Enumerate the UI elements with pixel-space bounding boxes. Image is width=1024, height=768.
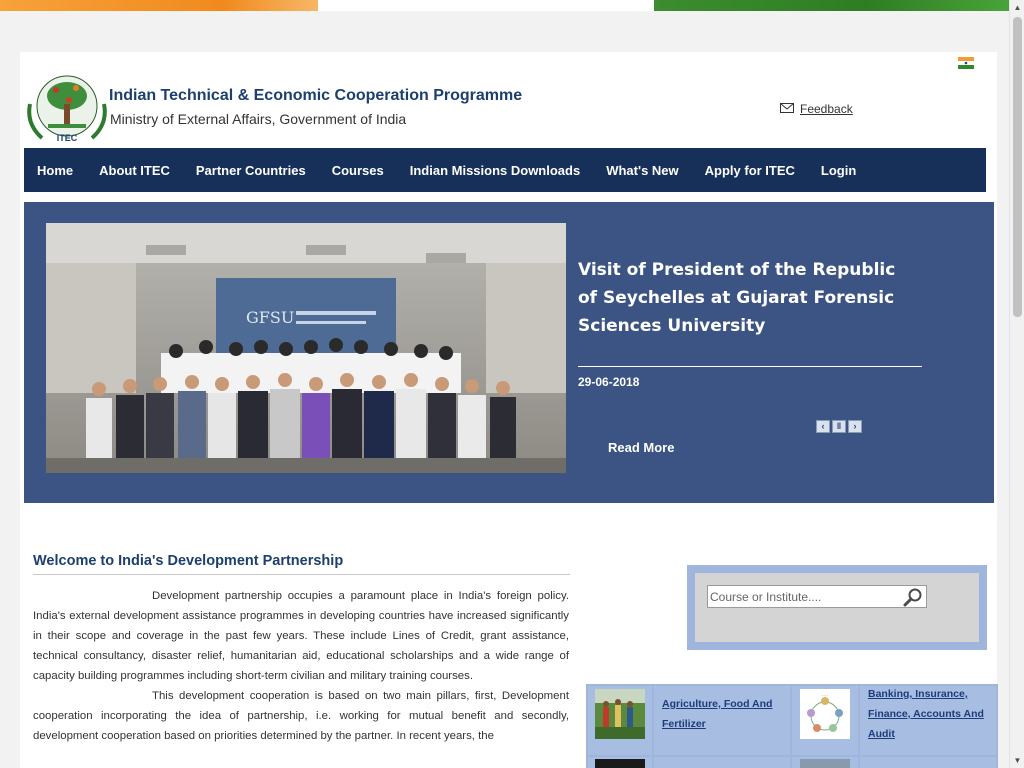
news-slider: GFSU Visit of President of the Republic … xyxy=(24,202,994,503)
feedback-link[interactable]: Feedback xyxy=(780,102,853,116)
nav-partner-countries[interactable]: Partner Countries xyxy=(196,163,306,178)
mail-icon xyxy=(780,102,794,116)
pause-icon[interactable]: ‖ xyxy=(832,420,846,433)
course-link-agriculture[interactable]: Agriculture, Food And Fertilizer xyxy=(662,694,782,734)
welcome-heading: Welcome to India's Development Partnersh… xyxy=(33,553,344,569)
previous-icon[interactable]: ‹ xyxy=(816,420,830,433)
nav-login[interactable]: Login xyxy=(821,163,856,178)
nav-indian-missions-downloads[interactable]: Indian Missions Downloads xyxy=(410,163,580,178)
nav-about-itec[interactable]: About ITEC xyxy=(99,163,170,178)
search-icon[interactable] xyxy=(900,586,926,607)
site-header: ITEC Indian Technical & Economic Coopera… xyxy=(24,52,986,148)
slide-photo[interactable]: GFSU xyxy=(46,223,566,473)
itec-logo[interactable]: ITEC xyxy=(24,74,110,146)
welcome-paragraph-2: This development cooperation is based on… xyxy=(33,690,569,742)
course-label-cell xyxy=(860,757,996,768)
scroll-down-icon[interactable]: ▼ xyxy=(1010,753,1024,768)
agriculture-thumbnail[interactable] xyxy=(595,689,645,739)
nav-apply-for-itec[interactable]: Apply for ITEC xyxy=(705,163,795,178)
next-icon[interactable]: › xyxy=(848,420,862,433)
course-search-input[interactable] xyxy=(707,585,927,608)
course-label-cell xyxy=(654,757,790,768)
site-subtitle: Ministry of External Affairs, Government… xyxy=(110,111,407,127)
read-more-link[interactable]: Read More xyxy=(608,440,674,455)
slide-divider xyxy=(578,366,922,367)
search-panel-inner xyxy=(695,573,979,642)
vertical-scrollbar[interactable]: ▲ ▼ xyxy=(1009,0,1024,768)
slide-date: 29-06-2018 xyxy=(578,375,640,389)
slide-title[interactable]: Visit of President of the Republic of Se… xyxy=(578,256,918,340)
banner-white xyxy=(318,0,654,11)
page-container: ITEC Indian Technical & Economic Coopera… xyxy=(20,52,998,768)
course-thumbnail-partial[interactable] xyxy=(595,759,645,768)
site-title: Indian Technical & Economic Cooperation … xyxy=(109,87,523,104)
banner-green xyxy=(654,0,1009,11)
banking-thumbnail[interactable]: · · · xyxy=(800,689,850,739)
feedback-label[interactable]: Feedback xyxy=(800,102,853,116)
slider-controls: ‹ ‖ › xyxy=(816,420,862,433)
scrollbar-thumb[interactable] xyxy=(1013,17,1022,317)
nav-courses[interactable]: Courses xyxy=(332,163,384,178)
tricolor-banner xyxy=(0,0,1009,11)
india-flag-icon[interactable] xyxy=(958,56,974,69)
main-navigation: Home About ITEC Partner Countries Course… xyxy=(24,148,986,192)
course-category-grid: Agriculture, Food And Fertilizer · · · B… xyxy=(586,684,998,768)
scroll-up-icon[interactable]: ▲ xyxy=(1010,0,1024,15)
nav-whats-new[interactable]: What's New xyxy=(606,163,678,178)
course-link-banking[interactable]: Banking, Insurance, Finance, Accounts An… xyxy=(868,684,988,744)
banner-saffron xyxy=(0,0,318,11)
nav-home[interactable]: Home xyxy=(37,163,73,178)
welcome-paragraph-1: Development partnership occupies a param… xyxy=(33,590,569,682)
welcome-divider xyxy=(33,574,570,575)
welcome-body: Development partnership occupies a param… xyxy=(33,586,569,746)
photo-screen-text: GFSU xyxy=(246,308,294,327)
course-search-panel xyxy=(687,565,987,650)
svg-text:· · ·: · · · xyxy=(822,693,828,698)
course-thumbnail-partial[interactable] xyxy=(800,759,850,768)
svg-text:ITEC: ITEC xyxy=(57,133,78,143)
